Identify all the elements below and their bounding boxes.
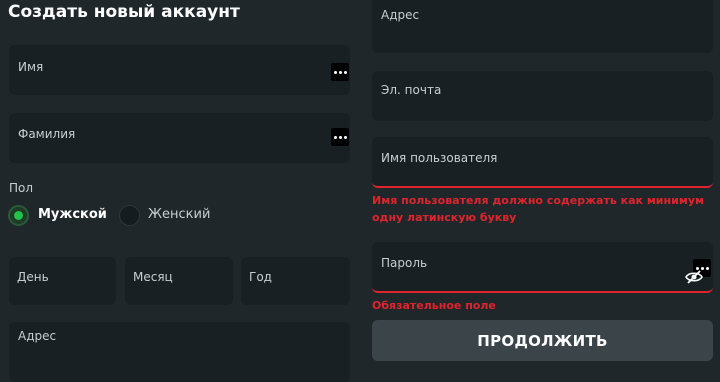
- gender-radio-female[interactable]: [119, 205, 140, 226]
- last-name-label: Фамилия: [18, 127, 76, 141]
- password-error-message: Обязательное поле: [372, 299, 496, 312]
- username-field[interactable]: Имя пользователя: [372, 137, 713, 188]
- address-label: Адрес: [18, 329, 57, 343]
- birth-month-label: Месяц: [133, 270, 173, 284]
- username-error-message: Имя пользователя должно содержать как ми…: [372, 194, 704, 224]
- gender-option-female[interactable]: Женский: [148, 207, 210, 222]
- password-label: Пароль: [381, 256, 428, 270]
- last-name-field[interactable]: Фамилия: [9, 113, 350, 163]
- password-manager-icon[interactable]: [331, 128, 349, 146]
- birth-month-field[interactable]: Месяц: [125, 257, 233, 305]
- birth-day-field[interactable]: День: [9, 257, 116, 305]
- gender-label: Пол: [9, 181, 34, 195]
- address-field[interactable]: Адрес: [9, 322, 350, 382]
- address-top-label: Адрес: [381, 8, 420, 22]
- email-label: Эл. почта: [381, 83, 442, 97]
- birth-day-label: День: [17, 270, 49, 284]
- password-field[interactable]: Пароль: [372, 242, 713, 293]
- birth-year-label: Год: [249, 270, 272, 284]
- gender-option-male[interactable]: Мужской: [38, 207, 107, 222]
- username-label: Имя пользователя: [381, 151, 498, 165]
- password-manager-icon[interactable]: [331, 63, 349, 81]
- first-name-field[interactable]: Имя: [9, 45, 350, 95]
- birth-year-field[interactable]: Год: [241, 257, 350, 305]
- gender-radio-male[interactable]: [8, 205, 29, 226]
- continue-button[interactable]: ПРОДОЛЖИТЬ: [372, 320, 713, 361]
- page-title: Создать новый аккаунт: [8, 2, 240, 22]
- eye-slash-icon[interactable]: [684, 269, 704, 285]
- address-top-field[interactable]: Адрес: [372, 0, 713, 53]
- email-field[interactable]: Эл. почта: [372, 71, 713, 121]
- first-name-label: Имя: [18, 60, 44, 74]
